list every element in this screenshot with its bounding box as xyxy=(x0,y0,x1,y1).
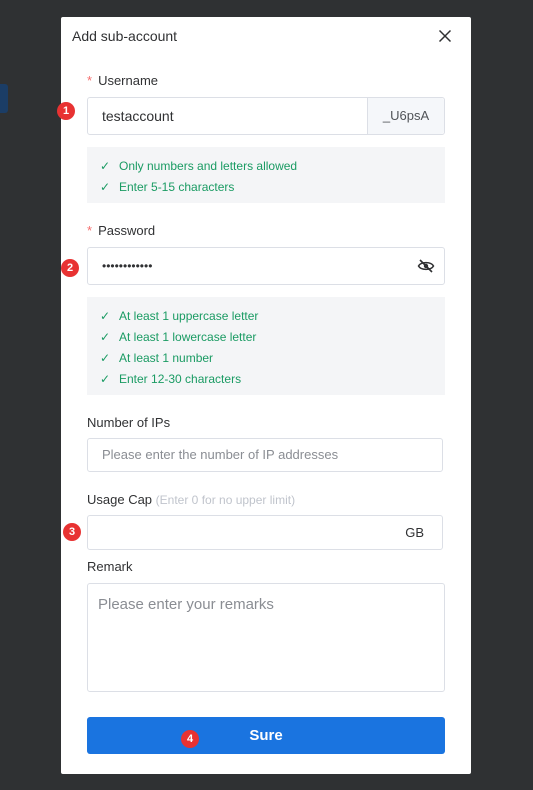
password-rules: ✓ At least 1 uppercase letter ✓ At least 1… xyxy=(87,297,445,395)
close-icon[interactable] xyxy=(435,26,455,46)
add-sub-account-dialog: Add sub-account * Username testaccount _U… xyxy=(61,17,471,774)
usage-cap-hint: (Enter 0 for no upper limit) xyxy=(155,493,296,507)
password-label-text: Password xyxy=(98,223,156,238)
background-page-tab xyxy=(0,84,8,113)
username-label: * Username xyxy=(87,73,158,88)
check-icon: ✓ xyxy=(100,351,111,365)
check-icon: ✓ xyxy=(100,159,111,173)
check-icon: ✓ xyxy=(100,372,111,386)
usage-cap-label: Usage Cap (Enter 0 for no upper limit) xyxy=(87,492,295,507)
required-mark: * xyxy=(87,73,93,88)
remark-placeholder: Please enter your remarks xyxy=(98,596,274,613)
rule-item: ✓ At least 1 number xyxy=(100,351,214,365)
check-icon: ✓ xyxy=(100,180,111,194)
ips-input[interactable]: Please enter the number of IP addresses xyxy=(87,438,443,472)
rule-item: ✓ At least 1 uppercase letter xyxy=(100,309,259,323)
username-value: testaccount xyxy=(102,108,174,124)
dialog-title: Add sub-account xyxy=(72,28,178,44)
usage-cap-unit: GB xyxy=(405,525,424,540)
password-field[interactable]: •••••••••••• xyxy=(87,247,445,285)
password-label: * Password xyxy=(87,223,155,238)
step-badge-4: 4 xyxy=(181,730,199,748)
ips-label: Number of IPs xyxy=(87,415,171,430)
check-icon: ✓ xyxy=(100,330,111,344)
rule-item: ✓ At least 1 lowercase letter xyxy=(100,330,257,344)
required-mark: * xyxy=(87,223,93,238)
eye-off-icon[interactable] xyxy=(417,258,435,274)
username-suffix: _U6psA xyxy=(367,98,444,134)
usage-cap-label-text: Usage Cap xyxy=(87,492,153,507)
step-badge-1: 1 xyxy=(57,102,75,120)
check-icon: ✓ xyxy=(100,309,111,323)
password-value: •••••••••••• xyxy=(102,259,153,273)
remark-label: Remark xyxy=(87,559,133,574)
ips-placeholder: Please enter the number of IP addresses xyxy=(102,447,339,462)
remark-textarea[interactable]: Please enter your remarks xyxy=(87,583,445,692)
step-badge-3: 3 xyxy=(63,523,81,541)
rule-item: ✓ Enter 5-15 characters xyxy=(100,180,235,194)
username-label-text: Username xyxy=(98,73,159,88)
username-rules: ✓ Only numbers and letters allowed ✓ Enter… xyxy=(87,147,445,203)
step-badge-2: 2 xyxy=(61,259,79,277)
rule-item: ✓ Only numbers and letters allowed xyxy=(100,159,298,173)
sure-button[interactable]: Sure xyxy=(87,717,445,754)
usage-cap-input[interactable]: GB xyxy=(87,515,443,550)
username-field[interactable]: testaccount _U6psA xyxy=(87,97,445,135)
rule-item: ✓ Enter 12-30 characters xyxy=(100,372,242,386)
